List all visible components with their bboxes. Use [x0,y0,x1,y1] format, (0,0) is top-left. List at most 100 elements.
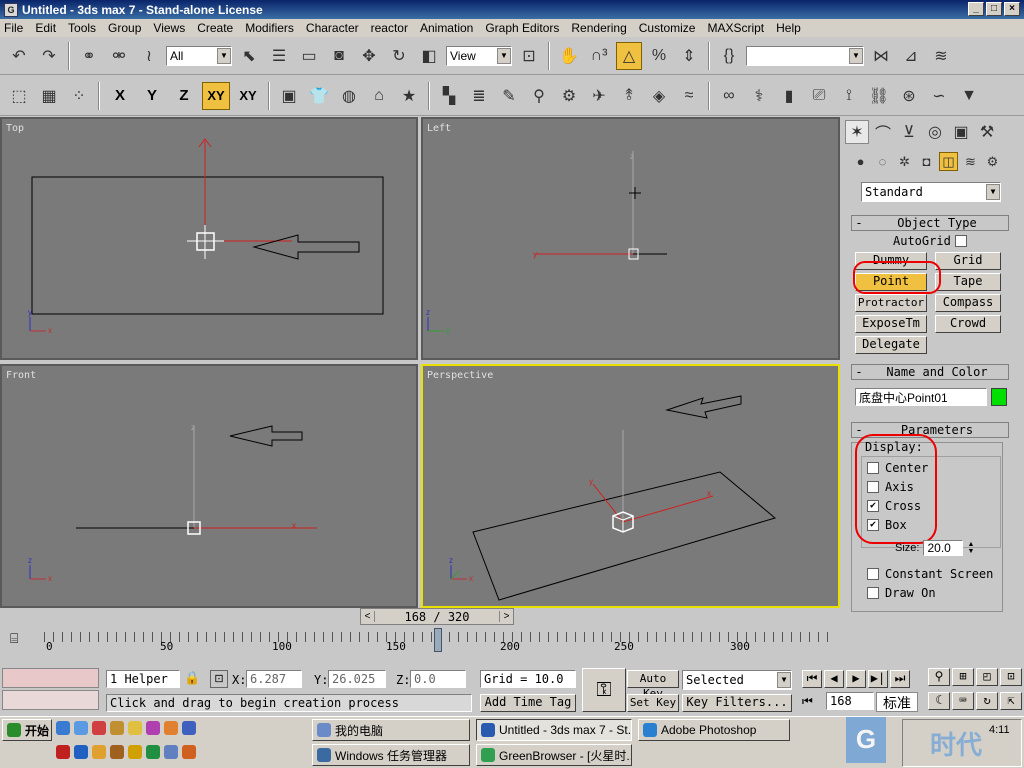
grid-button[interactable]: Grid [935,252,1001,270]
spinner-snap-icon[interactable]: ⇕ [676,42,702,70]
start-button[interactable]: 开始 [2,719,52,741]
taskbar-item-my-computer[interactable]: 我的电脑 [312,719,470,741]
open-mini-curve-editor-icon[interactable]: ⌸ [10,630,18,647]
rectangular-selection-icon[interactable]: ▭ [296,42,322,70]
go-to-end-icon[interactable]: ⏭ [890,670,910,688]
taskbar-item-greenbrowser[interactable]: GreenBrowser - [火星时... [476,744,632,766]
ie-icon[interactable] [56,721,70,735]
rope-icon[interactable]: ∽ [926,82,952,110]
crowd-button[interactable]: Crowd [935,315,1001,333]
axis-xy-button[interactable]: XY [202,81,230,110]
select-by-name-icon[interactable]: ☰ [266,42,292,70]
compass-button[interactable]: Compass [935,294,1001,312]
menu-maxscript[interactable]: MAXScript [707,21,764,35]
menu-file[interactable]: File [4,21,23,35]
ime-indicator[interactable]: 标准 [876,692,918,712]
object-name-input[interactable]: 底盘中心Point01 [855,388,987,406]
shirt-icon[interactable]: 👕 [306,82,332,110]
hierarchy-tab-icon[interactable]: ⊻ [897,120,921,144]
app-icon[interactable] [56,745,70,759]
ik-icon[interactable]: ⟟ [836,82,862,110]
menu-graph-editors[interactable]: Graph Editors [485,21,559,35]
window-crossing-icon[interactable]: ◙ [326,42,352,70]
maximize-button[interactable]: □ [986,2,1002,16]
helpers-icon[interactable]: ◫ [939,152,958,171]
media-icon[interactable] [92,721,106,735]
reference-coordinate-dropdown[interactable]: View ▼ [446,45,512,66]
key-filters-button[interactable]: Key Filters... [682,694,792,712]
menu-group[interactable]: Group [108,21,141,35]
plane-helper-icon[interactable]: ✈ [586,82,612,110]
unlink-icon[interactable]: ⚮ [106,42,132,70]
category-dropdown[interactable]: Standard ▼ [861,182,1001,202]
create-tab-icon[interactable]: ✶ [845,120,869,144]
redo-icon[interactable]: ↷ [36,42,62,70]
camera-icon[interactable]: ⎚ [806,82,832,110]
name-color-rollout-header[interactable]: - Name and Color [851,364,1009,380]
app-icon[interactable] [128,745,142,759]
x-coordinate-input[interactable]: 6.287 [246,670,302,688]
undo-icon[interactable]: ↶ [6,42,32,70]
maxscript-output-mini[interactable] [2,690,99,710]
app-icon[interactable] [164,745,178,759]
maxscript-listener-mini[interactable] [2,668,99,688]
previous-frame-icon[interactable]: < [361,611,375,622]
select-and-manipulate-icon[interactable]: ✋ [556,42,582,70]
moon-icon[interactable]: ☾ [928,692,950,710]
auto-key-button[interactable]: Auto Key [627,670,679,700]
wave-icon[interactable]: ≈ [676,82,702,110]
browser-icon[interactable] [74,721,88,735]
app-icon[interactable] [110,745,124,759]
key-mode-dropdown[interactable]: Selected ▼ [682,670,792,690]
axis-cycle-button[interactable]: XY [234,82,262,110]
mirror-icon[interactable]: ⋈ [868,42,894,70]
checker-icon[interactable]: ▚ [436,82,462,110]
time-slider[interactable]: < 168 / 320 > [360,608,514,625]
select-object-icon[interactable]: ⬉ [236,42,262,70]
select-and-link-icon[interactable]: ⚭ [76,42,102,70]
viewport-front[interactable]: Front z x zx [0,364,418,608]
delegate-button[interactable]: Delegate [855,336,927,354]
menu-views[interactable]: Views [153,21,185,35]
axis-y-button[interactable]: Y [138,82,166,110]
taskbar-item-photoshop[interactable]: Adobe Photoshop [638,719,790,741]
taskbar-item-task-manager[interactable]: Windows 任务管理器 [312,744,470,766]
gear-icon[interactable]: ⚙ [556,82,582,110]
zoom-icon[interactable]: ⚲ [928,668,950,686]
cylinder-icon[interactable]: ▮ [776,82,802,110]
add-time-tag-button[interactable]: Add Time Tag [480,694,576,712]
absolute-mode-icon[interactable]: ⊡ [210,670,228,688]
cube-icon[interactable]: ◈ [646,82,672,110]
zoom-extents-all-icon[interactable]: ⊡ [1000,668,1022,686]
size-input[interactable]: 20.0 [923,540,964,556]
geometry-icon[interactable]: ● [851,152,870,171]
lock-icon[interactable]: 🔒 [184,670,200,686]
axis-z-button[interactable]: Z [170,82,198,110]
object-color-swatch[interactable] [991,388,1007,406]
lamp-icon[interactable]: ⌂ [366,82,392,110]
track-bar[interactable]: ⌸ 0 50 100 150 200 250 300 [0,626,843,664]
app-icon[interactable]: G [4,2,18,17]
zoom-all-icon[interactable]: ⊞ [952,668,974,686]
current-frame-input[interactable]: 168 [826,692,874,710]
draw-on-option[interactable]: Draw On [867,583,993,602]
object-type-rollout-header[interactable]: - Object Type [851,215,1009,231]
draw-on-checkbox[interactable] [867,586,879,599]
menu-customize[interactable]: Customize [639,21,696,35]
taskbar-item-3dsmax[interactable]: Untitled - 3ds max 7 - St... [476,719,632,741]
box-icon[interactable]: ⬚ [6,82,32,110]
menu-reactor[interactable]: reactor [371,21,408,35]
systems-icon[interactable]: ⚙ [983,152,1002,171]
lights-icon[interactable]: ✲ [895,152,914,171]
constant-screen-option[interactable]: Constant Screen [867,564,993,583]
folder-icon[interactable] [110,721,124,735]
zoom-extents-icon[interactable]: ◰ [976,668,998,686]
autogrid-checkbox[interactable] [954,235,967,247]
plane-icon[interactable]: ▦ [36,82,62,110]
named-selection-dropdown[interactable]: ▼ [746,45,864,66]
play-icon[interactable]: ▶ [846,670,866,688]
select-and-scale-icon[interactable]: ◧ [416,42,442,70]
menu-help[interactable]: Help [776,21,801,35]
menu-tools[interactable]: Tools [68,21,96,35]
disks-icon[interactable]: ≣ [466,82,492,110]
